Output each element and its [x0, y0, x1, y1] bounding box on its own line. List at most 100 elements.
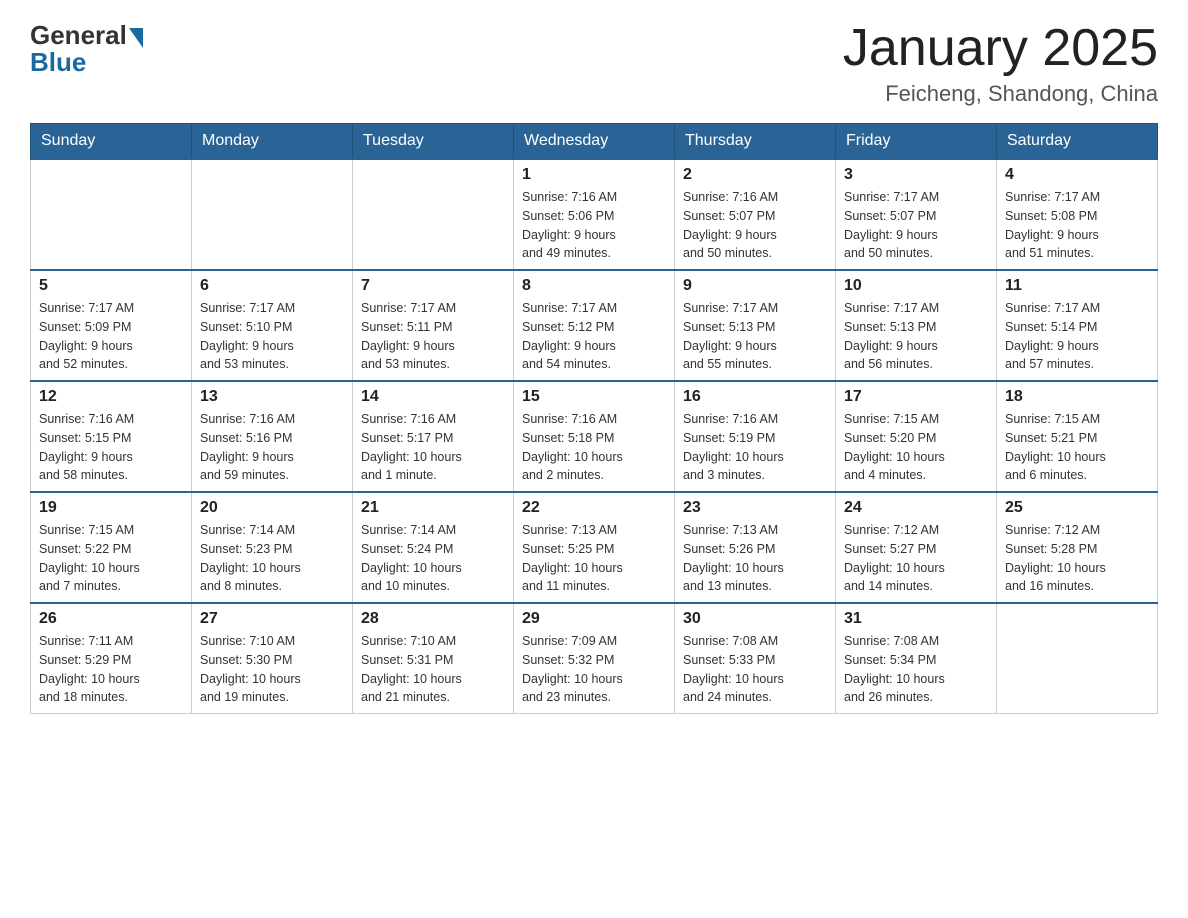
day-number: 26: [39, 610, 183, 628]
day-number: 11: [1005, 277, 1149, 295]
day-info: Sunrise: 7:16 AM Sunset: 5:17 PM Dayligh…: [361, 410, 505, 485]
calendar-cell: [192, 159, 353, 270]
day-info: Sunrise: 7:12 AM Sunset: 5:28 PM Dayligh…: [1005, 521, 1149, 596]
day-number: 8: [522, 277, 666, 295]
calendar-cell: 10 Sunrise: 7:17 AM Sunset: 5:13 PM Dayli…: [836, 270, 997, 381]
calendar-cell: 3Sunrise: 7:17 AM Sunset: 5:07 PM Daylig…: [836, 159, 997, 270]
calendar-week-row: 19Sunrise: 7:15 AM Sunset: 5:22 PM Dayli…: [31, 492, 1158, 603]
day-info: Sunrise: 7:17 AM Sunset: 5:08 PM Dayligh…: [1005, 188, 1149, 263]
day-number: 1: [522, 166, 666, 184]
day-number: 29: [522, 610, 666, 628]
calendar-cell: 28Sunrise: 7:10 AM Sunset: 5:31 PM Dayli…: [353, 603, 514, 714]
weekday-header-wednesday: Wednesday: [514, 124, 675, 160]
calendar-cell: 7 Sunrise: 7:17 AM Sunset: 5:11 PM Daylig…: [353, 270, 514, 381]
day-info: Sunrise: 7:17 AM Sunset: 5:13 PM Dayligh…: [844, 299, 988, 374]
day-number: 30: [683, 610, 827, 628]
day-info: Sunrise: 7:11 AM Sunset: 5:29 PM Dayligh…: [39, 632, 183, 707]
logo: General Blue: [30, 20, 143, 78]
day-number: 10: [844, 277, 988, 295]
day-info: Sunrise: 7:17 AM Sunset: 5:11 PM Dayligh…: [361, 299, 505, 374]
calendar-cell: 12Sunrise: 7:16 AM Sunset: 5:15 PM Dayli…: [31, 381, 192, 492]
calendar-cell: 22 Sunrise: 7:13 AM Sunset: 5:25 PM Dayli…: [514, 492, 675, 603]
calendar-cell: 1 Sunrise: 7:16 AM Sunset: 5:06 PM Daylig…: [514, 159, 675, 270]
day-info: Sunrise: 7:08 AM Sunset: 5:34 PM Dayligh…: [844, 632, 988, 707]
day-number: 3: [844, 166, 988, 184]
calendar-week-row: 26 Sunrise: 7:11 AM Sunset: 5:29 PM Dayli…: [31, 603, 1158, 714]
day-info: Sunrise: 7:10 AM Sunset: 5:30 PM Dayligh…: [200, 632, 344, 707]
calendar-cell: 30 Sunrise: 7:08 AM Sunset: 5:33 PM Dayli…: [675, 603, 836, 714]
calendar-cell: 11 Sunrise: 7:17 AM Sunset: 5:14 PM Dayli…: [997, 270, 1158, 381]
calendar-cell: 4 Sunrise: 7:17 AM Sunset: 5:08 PM Daylig…: [997, 159, 1158, 270]
day-number: 17: [844, 388, 988, 406]
weekday-header-friday: Friday: [836, 124, 997, 160]
calendar-cell: 31 Sunrise: 7:08 AM Sunset: 5:34 PM Dayli…: [836, 603, 997, 714]
calendar-cell: 29 Sunrise: 7:09 AM Sunset: 5:32 PM Dayli…: [514, 603, 675, 714]
weekday-header-thursday: Thursday: [675, 124, 836, 160]
calendar-week-row: 12Sunrise: 7:16 AM Sunset: 5:15 PM Dayli…: [31, 381, 1158, 492]
day-number: 2: [683, 166, 827, 184]
calendar-title: January 2025: [843, 20, 1158, 77]
day-info: Sunrise: 7:15 AM Sunset: 5:22 PM Dayligh…: [39, 521, 183, 596]
day-number: 24: [844, 499, 988, 517]
calendar-cell: 17Sunrise: 7:15 AM Sunset: 5:20 PM Dayli…: [836, 381, 997, 492]
calendar-cell: 16 Sunrise: 7:16 AM Sunset: 5:19 PM Dayli…: [675, 381, 836, 492]
day-number: 22: [522, 499, 666, 517]
calendar-cell: [31, 159, 192, 270]
logo-arrow-icon: [129, 28, 143, 48]
day-number: 12: [39, 388, 183, 406]
day-info: Sunrise: 7:13 AM Sunset: 5:25 PM Dayligh…: [522, 521, 666, 596]
day-number: 18: [1005, 388, 1149, 406]
calendar-cell: 2 Sunrise: 7:16 AM Sunset: 5:07 PM Daylig…: [675, 159, 836, 270]
weekday-header-row: SundayMondayTuesdayWednesdayThursdayFrid…: [31, 124, 1158, 160]
calendar-week-row: 5 Sunrise: 7:17 AM Sunset: 5:09 PM Daylig…: [31, 270, 1158, 381]
day-info: Sunrise: 7:13 AM Sunset: 5:26 PM Dayligh…: [683, 521, 827, 596]
calendar-cell: 5 Sunrise: 7:17 AM Sunset: 5:09 PM Daylig…: [31, 270, 192, 381]
day-info: Sunrise: 7:16 AM Sunset: 5:06 PM Dayligh…: [522, 188, 666, 263]
calendar-cell: 13Sunrise: 7:16 AM Sunset: 5:16 PM Dayli…: [192, 381, 353, 492]
calendar-cell: 25 Sunrise: 7:12 AM Sunset: 5:28 PM Dayli…: [997, 492, 1158, 603]
calendar-week-row: 1 Sunrise: 7:16 AM Sunset: 5:06 PM Daylig…: [31, 159, 1158, 270]
day-number: 13: [200, 388, 344, 406]
day-info: Sunrise: 7:16 AM Sunset: 5:19 PM Dayligh…: [683, 410, 827, 485]
calendar-cell: 18 Sunrise: 7:15 AM Sunset: 5:21 PM Dayli…: [997, 381, 1158, 492]
day-number: 6: [200, 277, 344, 295]
page-header: General Blue January 2025 Feicheng, Shan…: [30, 20, 1158, 107]
day-number: 14: [361, 388, 505, 406]
day-number: 20: [200, 499, 344, 517]
calendar-table: SundayMondayTuesdayWednesdayThursdayFrid…: [30, 123, 1158, 714]
day-number: 25: [1005, 499, 1149, 517]
day-info: Sunrise: 7:15 AM Sunset: 5:21 PM Dayligh…: [1005, 410, 1149, 485]
day-info: Sunrise: 7:17 AM Sunset: 5:12 PM Dayligh…: [522, 299, 666, 374]
day-number: 23: [683, 499, 827, 517]
day-number: 21: [361, 499, 505, 517]
day-info: Sunrise: 7:17 AM Sunset: 5:14 PM Dayligh…: [1005, 299, 1149, 374]
calendar-cell: 15Sunrise: 7:16 AM Sunset: 5:18 PM Dayli…: [514, 381, 675, 492]
day-info: Sunrise: 7:17 AM Sunset: 5:13 PM Dayligh…: [683, 299, 827, 374]
day-info: Sunrise: 7:08 AM Sunset: 5:33 PM Dayligh…: [683, 632, 827, 707]
logo-blue-text: Blue: [30, 47, 86, 78]
calendar-cell: 8 Sunrise: 7:17 AM Sunset: 5:12 PM Daylig…: [514, 270, 675, 381]
calendar-subtitle: Feicheng, Shandong, China: [843, 81, 1158, 107]
calendar-cell: 6Sunrise: 7:17 AM Sunset: 5:10 PM Daylig…: [192, 270, 353, 381]
day-info: Sunrise: 7:16 AM Sunset: 5:18 PM Dayligh…: [522, 410, 666, 485]
day-info: Sunrise: 7:09 AM Sunset: 5:32 PM Dayligh…: [522, 632, 666, 707]
weekday-header-monday: Monday: [192, 124, 353, 160]
weekday-header-tuesday: Tuesday: [353, 124, 514, 160]
day-number: 28: [361, 610, 505, 628]
day-number: 16: [683, 388, 827, 406]
day-number: 9: [683, 277, 827, 295]
calendar-cell: 23 Sunrise: 7:13 AM Sunset: 5:26 PM Dayli…: [675, 492, 836, 603]
day-info: Sunrise: 7:16 AM Sunset: 5:07 PM Dayligh…: [683, 188, 827, 263]
day-number: 4: [1005, 166, 1149, 184]
day-number: 5: [39, 277, 183, 295]
day-info: Sunrise: 7:17 AM Sunset: 5:09 PM Dayligh…: [39, 299, 183, 374]
day-number: 7: [361, 277, 505, 295]
day-number: 31: [844, 610, 988, 628]
calendar-cell: 20 Sunrise: 7:14 AM Sunset: 5:23 PM Dayli…: [192, 492, 353, 603]
day-info: Sunrise: 7:14 AM Sunset: 5:23 PM Dayligh…: [200, 521, 344, 596]
title-area: January 2025 Feicheng, Shandong, China: [843, 20, 1158, 107]
calendar-cell: 19Sunrise: 7:15 AM Sunset: 5:22 PM Dayli…: [31, 492, 192, 603]
calendar-header: SundayMondayTuesdayWednesdayThursdayFrid…: [31, 124, 1158, 160]
day-info: Sunrise: 7:14 AM Sunset: 5:24 PM Dayligh…: [361, 521, 505, 596]
calendar-cell: 24Sunrise: 7:12 AM Sunset: 5:27 PM Dayli…: [836, 492, 997, 603]
